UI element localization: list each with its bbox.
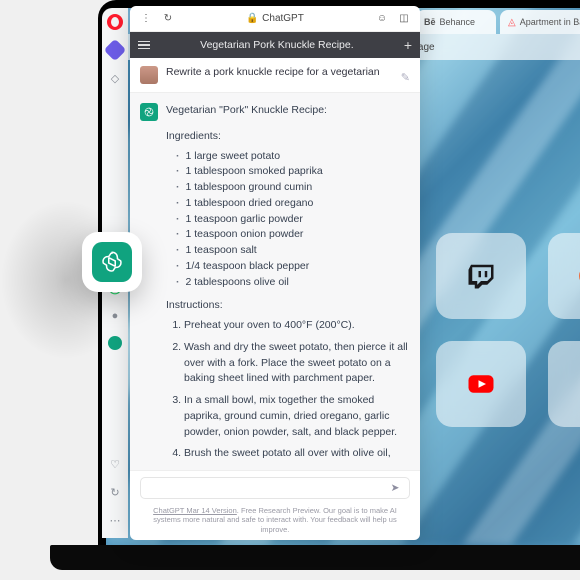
kebab-icon[interactable]: ⋮ <box>140 13 152 25</box>
conversation-title: Vegetarian Pork Knuckle Recipe. <box>158 39 396 51</box>
footer-disclaimer: ChatGPT Mar 14 Version. Free Research Pr… <box>130 503 420 540</box>
ingredient-item: 1/4 teaspoon black pepper <box>176 259 408 275</box>
instruction-step: Preheat your oven to 400°F (200°C). <box>184 318 408 334</box>
user-message-text: Rewrite a pork knuckle recipe for a vege… <box>166 66 393 84</box>
ingredients-heading: Ingredients: <box>166 129 408 145</box>
instruction-step: Brush the sweet potato all over with oli… <box>184 446 408 460</box>
assistant-body: Vegetarian "Pork" Knuckle Recipe: Ingred… <box>166 103 408 460</box>
message-input[interactable]: ➤ <box>140 477 410 499</box>
menu-icon[interactable] <box>138 41 150 50</box>
youtube-icon <box>466 369 496 399</box>
recipe-title: Vegetarian "Pork" Knuckle Recipe: <box>166 103 408 119</box>
heart-icon[interactable]: ♡ <box>107 456 123 472</box>
settings-icon[interactable]: ⋯ <box>107 512 123 528</box>
tile-netflix[interactable] <box>548 341 580 427</box>
tab-label: Apartment in Barce <box>520 17 580 27</box>
assistant-message: Vegetarian "Pork" Knuckle Recipe: Ingred… <box>130 93 420 470</box>
instructions-heading: Instructions: <box>166 298 408 314</box>
chatgpt-logo-icon <box>99 249 125 275</box>
user-avatar <box>140 66 158 84</box>
ingredient-item: 1 tablespoon smoked paprika <box>176 164 408 180</box>
chatgpt-logo-icon <box>143 106 155 118</box>
airbnb-icon: ◬ <box>508 17 516 28</box>
chatgpt-sidebar-icon[interactable] <box>108 336 122 350</box>
ingredient-item: 2 tablespoons olive oil <box>176 275 408 291</box>
speed-dial-grid <box>436 233 580 427</box>
tile-youtube[interactable] <box>436 341 526 427</box>
behance-icon: Bē <box>424 17 436 27</box>
ingredient-item: 1 teaspoon salt <box>176 243 408 259</box>
panel-address-bar: ⋮ ↻ 🔒 ChatGPT ☺ ◫ <box>130 6 420 32</box>
ingredient-item: 1 large sweet potato <box>176 149 408 165</box>
user-message: Rewrite a pork knuckle recipe for a vege… <box>130 58 420 93</box>
sidebar-dot-icon[interactable]: ● <box>107 308 123 324</box>
tile-twitch[interactable] <box>436 233 526 319</box>
laptop-base <box>50 545 580 570</box>
assistant-avatar <box>140 103 158 121</box>
ingredient-item: 1 tablespoon dried oregano <box>176 196 408 212</box>
extension-icon[interactable]: ◫ <box>398 13 410 25</box>
tab-airbnb-1[interactable]: ◬ Apartment in Barce <box>500 10 580 34</box>
composer: ➤ <box>130 470 420 503</box>
instruction-step: In a small bowl, mix together the smoked… <box>184 393 408 440</box>
conversation-header: Vegetarian Pork Knuckle Recipe. + <box>130 32 420 58</box>
smile-icon[interactable]: ☺ <box>376 13 388 25</box>
lock-icon: 🔒 <box>246 13 258 25</box>
tab-behance[interactable]: Bē Behance <box>416 10 496 34</box>
ingredient-item: 1 teaspoon garlic powder <box>176 212 408 228</box>
instructions-list: Preheat your oven to 400°F (200°C). Wash … <box>166 318 408 460</box>
sidebar-workspace-icon[interactable] <box>104 39 127 62</box>
panel-title-text: ChatGPT <box>262 13 304 24</box>
ingredients-list: 1 large sweet potato1 tablespoon smoked … <box>166 149 408 291</box>
ingredient-item: 1 teaspoon onion powder <box>176 227 408 243</box>
history-icon[interactable]: ↻ <box>107 484 123 500</box>
ingredient-item: 1 tablespoon ground cumin <box>176 180 408 196</box>
chatgpt-badge <box>82 232 142 292</box>
sidebar-diamond-icon[interactable]: ◇ <box>107 70 123 86</box>
twitch-icon <box>466 261 496 291</box>
reload-icon[interactable]: ↻ <box>162 13 174 25</box>
panel-title: 🔒 ChatGPT <box>246 13 304 25</box>
version-link[interactable]: ChatGPT Mar 14 Version <box>153 506 237 515</box>
new-chat-button[interactable]: + <box>404 37 412 53</box>
opera-logo-icon[interactable] <box>107 14 123 30</box>
tab-label: Behance <box>440 17 476 27</box>
edit-icon[interactable]: ✎ <box>401 71 410 84</box>
send-icon[interactable]: ➤ <box>389 482 401 494</box>
tile-reddit[interactable] <box>548 233 580 319</box>
chatgpt-badge-inner <box>92 242 132 282</box>
instruction-step: Wash and dry the sweet potato, then pier… <box>184 340 408 387</box>
chatgpt-panel: ⋮ ↻ 🔒 ChatGPT ☺ ◫ Vegetarian Pork Knuckl… <box>130 6 420 540</box>
